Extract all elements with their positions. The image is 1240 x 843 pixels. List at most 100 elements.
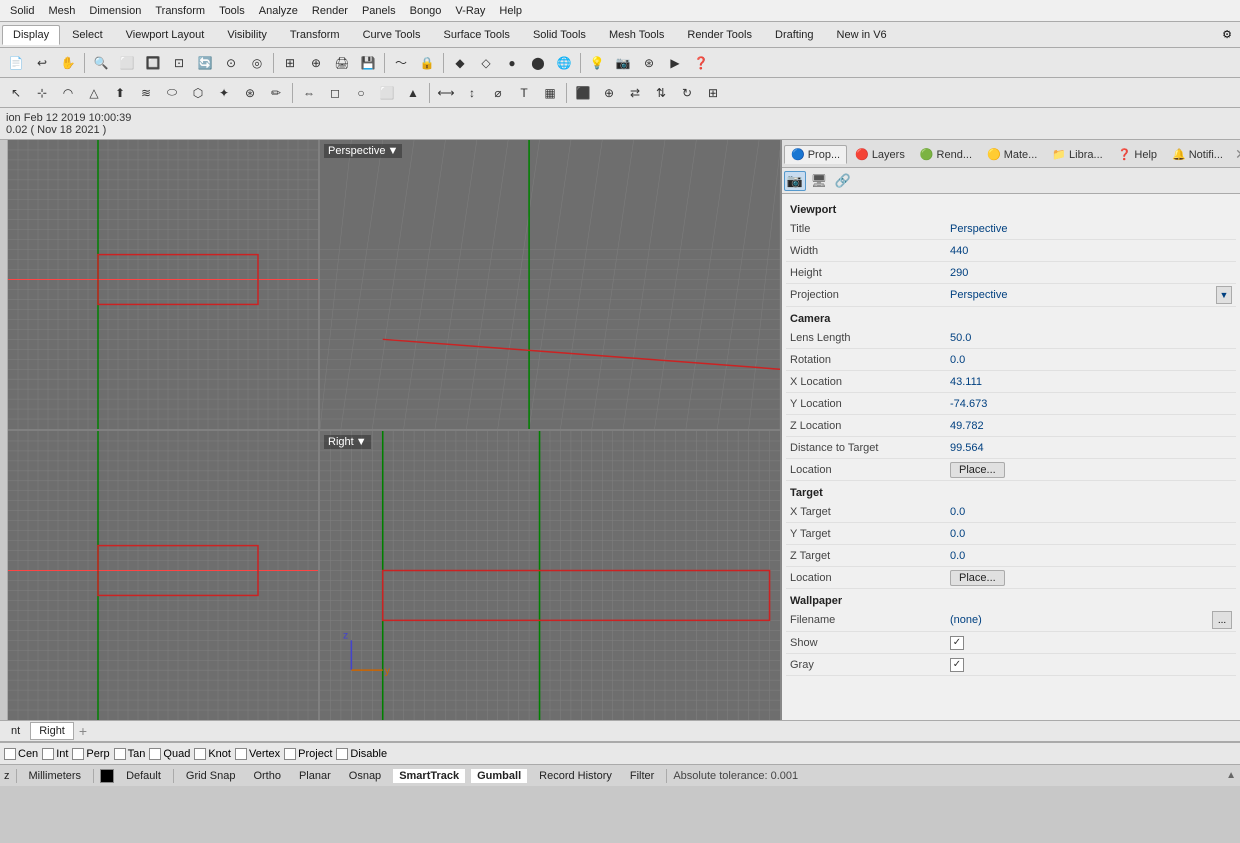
grid-icon[interactable]: ⊞ <box>278 51 302 75</box>
shaded-icon[interactable]: ◆ <box>448 51 472 75</box>
move-icon[interactable]: ⊕ <box>304 51 328 75</box>
render-icon[interactable]: ● <box>500 51 524 75</box>
hatch-icon[interactable]: ▦ <box>538 81 562 105</box>
perspective-menu-icon[interactable]: ▼ <box>387 145 398 157</box>
curve-icon[interactable]: 〜 <box>389 51 413 75</box>
snap-project[interactable]: Project <box>284 748 332 760</box>
snap-knot[interactable]: Knot <box>194 748 231 760</box>
tab-surface-tools[interactable]: Surface Tools <box>432 25 520 45</box>
poly-icon[interactable]: ⬡ <box>186 81 210 105</box>
tab-library[interactable]: 📁 Libra... <box>1045 145 1109 164</box>
tab-right[interactable]: Right <box>30 722 74 740</box>
sphere-icon[interactable]: ○ <box>349 81 373 105</box>
viewport-top-left[interactable] <box>8 140 318 429</box>
prop-y-location-value[interactable]: -74.673 <box>950 398 1232 410</box>
snap-disable-checkbox[interactable] <box>336 748 348 760</box>
snap-perp-checkbox[interactable] <box>72 748 84 760</box>
point-icon[interactable]: ⊹ <box>30 81 54 105</box>
undo-icon[interactable]: ↩ <box>30 51 54 75</box>
smarttrack-btn[interactable]: SmartTrack <box>393 769 465 783</box>
prop-gray-checkbox[interactable]: ✓ <box>950 658 964 672</box>
menu-help[interactable]: Help <box>493 3 528 19</box>
tab-viewport-layout[interactable]: Viewport Layout <box>115 25 216 45</box>
tab-new-v6[interactable]: New in V6 <box>826 25 898 45</box>
select-icon[interactable]: ↖ <box>4 81 28 105</box>
zoom-sel-icon[interactable]: ⊡ <box>167 51 191 75</box>
layer-btn[interactable]: Default <box>120 769 167 783</box>
menu-vray[interactable]: V-Ray <box>449 3 491 19</box>
flip-icon[interactable]: ⇅ <box>649 81 673 105</box>
planar-btn[interactable]: Planar <box>293 769 337 783</box>
snap-project-checkbox[interactable] <box>284 748 296 760</box>
tab-notifications[interactable]: 🔔 Notifi... <box>1165 145 1230 164</box>
snap-int[interactable]: Int <box>42 748 68 760</box>
help-icon[interactable]: ❓ <box>689 51 713 75</box>
arc-icon[interactable]: ◠ <box>56 81 80 105</box>
tab-materials[interactable]: 🟡 Mate... <box>980 145 1044 164</box>
camera-toolbar-btn[interactable]: 📷 <box>784 171 806 191</box>
menu-solid[interactable]: Solid <box>4 3 40 19</box>
cylinder-icon[interactable]: ⬜ <box>375 81 399 105</box>
viewport-perspective[interactable]: Perspective ▼ <box>320 140 780 429</box>
close-panel-btn[interactable]: ✕ <box>1231 144 1240 165</box>
rotate-icon[interactable]: 🔄 <box>193 51 217 75</box>
expand-arrow[interactable]: ▲ <box>1226 770 1236 781</box>
grid-snap-btn[interactable]: Grid Snap <box>180 769 242 783</box>
snap-disable[interactable]: Disable <box>336 748 387 760</box>
filter-btn[interactable]: Filter <box>624 769 660 783</box>
tab-solid-tools[interactable]: Solid Tools <box>522 25 597 45</box>
rotate2-icon[interactable]: ↻ <box>675 81 699 105</box>
menu-dimension[interactable]: Dimension <box>83 3 147 19</box>
ellipse-icon[interactable]: ⬭ <box>160 81 184 105</box>
zoom-icon[interactable]: 🔍 <box>89 51 113 75</box>
zoom-window-icon[interactable]: ⬜ <box>115 51 139 75</box>
curve2-icon[interactable]: ≋ <box>134 81 158 105</box>
prop-show-checkbox[interactable]: ✓ <box>950 636 964 650</box>
camera-location-btn[interactable]: Place... <box>950 462 1005 478</box>
tab-mesh-tools[interactable]: Mesh Tools <box>598 25 675 45</box>
prop-rotation-value[interactable]: 0.0 <box>950 354 1232 366</box>
tab-curve-tools[interactable]: Curve Tools <box>352 25 432 45</box>
target-icon[interactable]: ⊛ <box>637 51 661 75</box>
orbit-icon[interactable]: ⊙ <box>219 51 243 75</box>
tab-drafting[interactable]: Drafting <box>764 25 825 45</box>
snap-perp[interactable]: Perp <box>72 748 109 760</box>
extrude-icon[interactable]: ⬆ <box>108 81 132 105</box>
snap-quad[interactable]: Quad <box>149 748 190 760</box>
menu-tools[interactable]: Tools <box>213 3 251 19</box>
link-toolbar-btn[interactable]: 🔗 <box>832 171 854 191</box>
snap-cen-checkbox[interactable] <box>4 748 16 760</box>
light-icon[interactable]: 💡 <box>585 51 609 75</box>
snap-tan[interactable]: Tan <box>114 748 146 760</box>
unit-btn[interactable]: Millimeters <box>23 769 88 783</box>
prop-lens-value[interactable]: 50.0 <box>950 332 1232 344</box>
mat-icon[interactable]: ⬤ <box>526 51 550 75</box>
screen-toolbar-btn[interactable]: 🖥 <box>808 171 830 191</box>
pan-icon[interactable]: ✋ <box>56 51 80 75</box>
layer-color-box[interactable] <box>100 769 114 783</box>
menu-bongo[interactable]: Bongo <box>404 3 448 19</box>
snap-vertex-checkbox[interactable] <box>235 748 247 760</box>
viewport-right[interactable]: Right ▼ <box>320 431 780 720</box>
vray-icon[interactable]: ▶ <box>663 51 687 75</box>
print-icon[interactable]: 🖨 <box>330 51 354 75</box>
viewport-bottom-left[interactable] <box>8 431 318 720</box>
save-icon[interactable]: 💾 <box>356 51 380 75</box>
menu-transform[interactable]: Transform <box>149 3 211 19</box>
tab-help[interactable]: ❓ Help <box>1111 145 1164 164</box>
target-location-btn[interactable]: Place... <box>950 570 1005 586</box>
menu-panels[interactable]: Panels <box>356 3 402 19</box>
menu-render[interactable]: Render <box>306 3 354 19</box>
zoom-ext-icon[interactable]: 🔲 <box>141 51 165 75</box>
gizmo-icon[interactable]: ⊛ <box>238 81 262 105</box>
record-history-btn[interactable]: Record History <box>533 769 618 783</box>
settings-icon[interactable]: ⚙ <box>1216 26 1238 43</box>
edit-icon[interactable]: ✏ <box>264 81 288 105</box>
tab-render[interactable]: 🟢 Rend... <box>913 145 979 164</box>
box-icon[interactable]: ◻ <box>323 81 347 105</box>
prop-z-location-value[interactable]: 49.782 <box>950 420 1232 432</box>
env-icon[interactable]: 🌐 <box>552 51 576 75</box>
tab-visibility[interactable]: Visibility <box>216 25 278 45</box>
snap-knot-checkbox[interactable] <box>194 748 206 760</box>
star-icon[interactable]: ✦ <box>212 81 236 105</box>
